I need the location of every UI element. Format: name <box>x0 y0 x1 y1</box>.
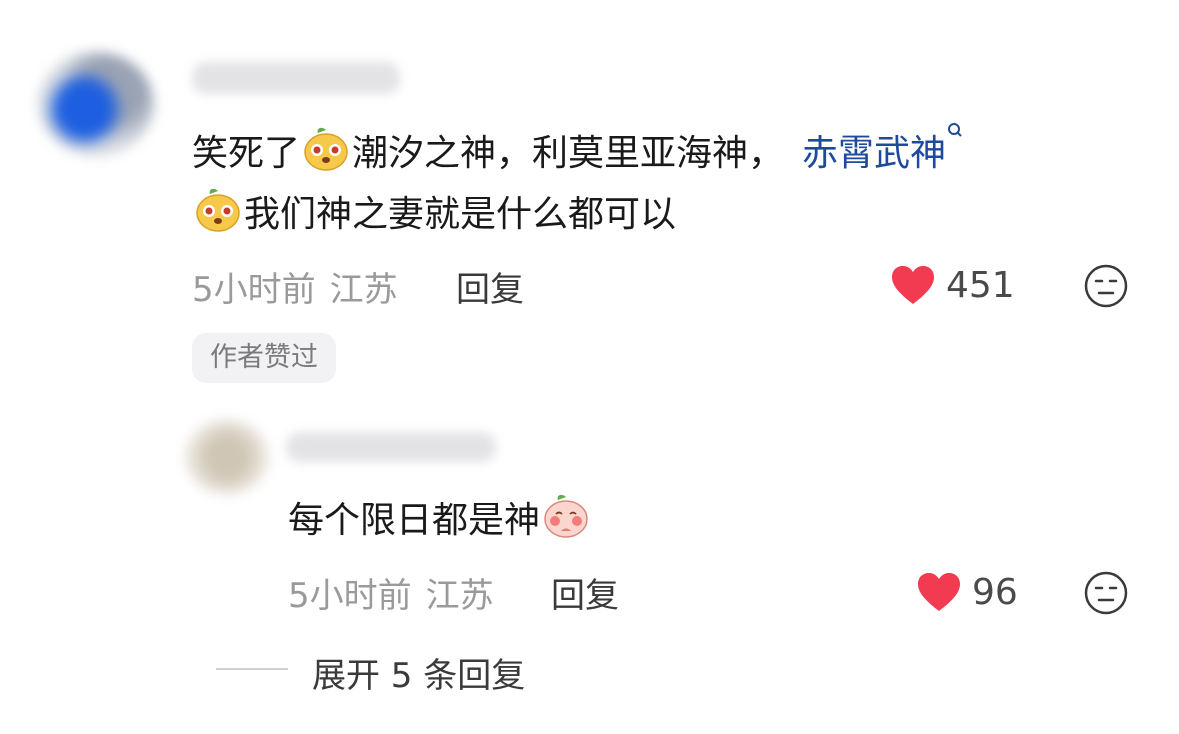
comment-text-line2-body: 我们神之妻就是什么都可以 <box>244 194 677 235</box>
comment-location: 江苏 <box>329 270 398 310</box>
like-button[interactable]: 451 <box>890 264 1015 306</box>
author-liked-badge: 作者赞过 <box>192 333 336 383</box>
reply-text-body: 每个限日都是神 <box>288 500 541 541</box>
comment-text-line1: 笑死了 潮汐之神，利莫里亚海神， 赤霄武神 <box>192 121 964 183</box>
reply-text: 每个限日都是神 <box>288 492 592 550</box>
expand-divider <box>216 668 288 670</box>
username-blurred[interactable] <box>192 62 400 94</box>
expand-replies-button[interactable]: 展开 5 条回复 <box>312 648 525 697</box>
comment-text-line2: 我们神之妻就是什么都可以 <box>192 186 676 244</box>
yellow-bun-emoji-icon <box>196 188 240 232</box>
reply-like-count: 96 <box>972 571 1018 613</box>
pink-bun-emoji-icon <box>544 494 588 538</box>
comment-thread: 笑死了 潮汐之神，利莫里亚海神， 赤霄武神 我们神之妻就是什么都可以 5小时前 江苏… <box>0 0 1179 734</box>
reply-meta: 5小时前 江苏 <box>288 568 494 617</box>
comment-text-prefix: 笑死了 <box>192 133 301 174</box>
reply-username-blurred[interactable] <box>286 432 496 462</box>
comment-meta: 5小时前 江苏 <box>192 262 398 311</box>
reply-like-button[interactable]: 96 <box>916 571 1018 613</box>
dislike-face-icon[interactable] <box>1083 263 1129 309</box>
reply-reply-button[interactable]: 回复 <box>551 568 619 617</box>
avatar[interactable] <box>38 52 154 156</box>
heart-icon <box>892 266 934 304</box>
like-count: 451 <box>946 264 1015 306</box>
reply-button[interactable]: 回复 <box>456 262 524 311</box>
yellow-bun-emoji-icon <box>304 127 348 171</box>
reply-avatar[interactable] <box>186 420 268 494</box>
reply-location: 江苏 <box>425 576 494 616</box>
mention-link[interactable]: 赤霄武神 <box>802 133 946 174</box>
reply-time: 5小时前 <box>288 576 412 616</box>
search-icon <box>948 123 962 137</box>
comment-text-middle: 潮汐之神，利莫里亚海神， <box>352 133 785 174</box>
dislike-face-icon[interactable] <box>1083 570 1129 616</box>
comment-time: 5小时前 <box>192 270 316 310</box>
heart-icon <box>918 573 960 611</box>
